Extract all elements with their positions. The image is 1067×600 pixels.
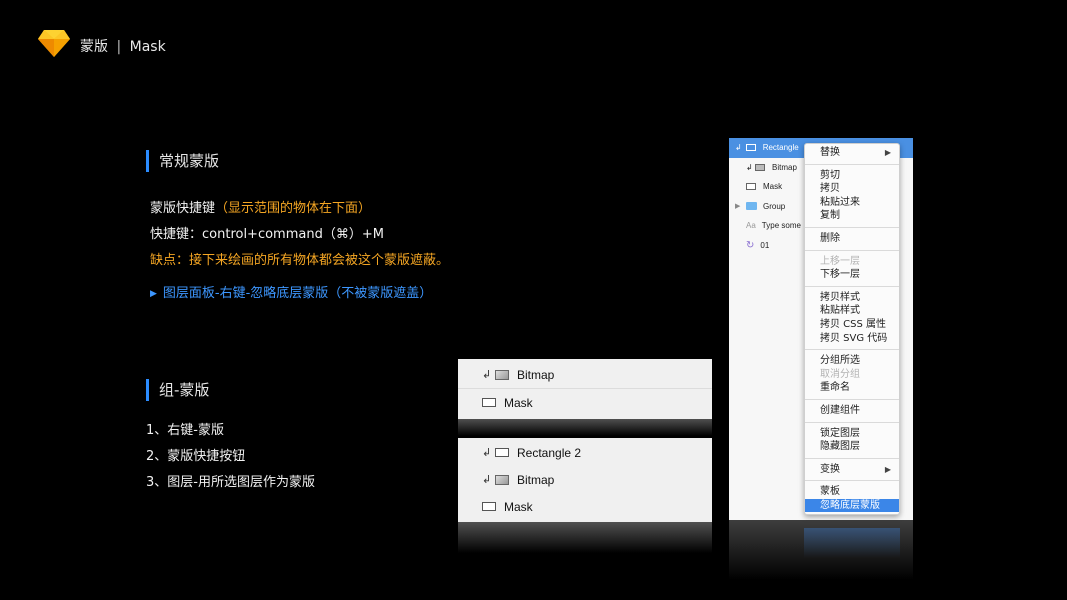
tip-text: 图层面板-右键-忽略底层蒙版（不被蒙版遮盖） [162, 286, 433, 301]
layer-label: Type some [761, 221, 801, 231]
menu-divider [805, 163, 899, 165]
mask-arrow-icon: ↲ [482, 447, 492, 459]
menu-item-copy-style[interactable]: 拷贝样式 [805, 291, 899, 305]
menu-item-transform[interactable]: 变换 ▶ [805, 463, 899, 477]
section-title-group-mask: 组-蒙版 [146, 379, 209, 401]
menu-item-paste-here[interactable]: 粘贴过来 [805, 196, 899, 210]
menu-item-paste-style[interactable]: 粘贴样式 [805, 304, 899, 318]
title-sub: Mask [129, 39, 166, 55]
rectangle-icon [482, 502, 496, 511]
menu-item-move-down[interactable]: 下移一层 [805, 268, 899, 282]
panel-reflection [458, 521, 712, 553]
menu-item-create-symbol[interactable]: 创建组件 [805, 404, 899, 418]
drawback-text: 缺点：接下来绘画的所有物体都会被这个蒙版遮蔽。 [150, 253, 450, 268]
menu-divider [805, 226, 899, 228]
menu-divider [805, 349, 899, 351]
menu-divider [805, 398, 899, 400]
rectangle-icon [746, 183, 756, 191]
panel-reflection [458, 418, 712, 436]
image-icon [495, 369, 509, 380]
symbol-icon: ↻ [746, 239, 755, 251]
menu-divider [805, 457, 899, 459]
layer-row-bitmap[interactable]: ↲ Bitmap [458, 466, 712, 493]
layer-label: 01 [760, 240, 770, 250]
mask-arrow-icon: ↲ [735, 143, 742, 153]
menu-item-copy-css[interactable]: 拷贝 CSS 属性 [805, 318, 899, 332]
rectangle-icon [482, 398, 496, 407]
layer-row-rectangle-2[interactable]: ↲ Rectangle 2 [458, 439, 712, 466]
rectangle-icon [745, 144, 756, 152]
menu-item-group-selection[interactable]: 分组所选 [805, 354, 899, 368]
menu-item-rename[interactable]: 重命名 [805, 381, 899, 395]
menu-item-move-up[interactable]: 上移一层 [805, 255, 899, 269]
layer-label: Rectangle [762, 143, 799, 153]
menu-item-ignore-underlying-mask[interactable]: 忽略底层蒙版 [805, 498, 899, 513]
mask-arrow-icon: ↲ [482, 474, 492, 486]
layer-row-mask[interactable]: Mask [458, 389, 712, 416]
section-title-regular-mask: 常规蒙版 [146, 150, 219, 172]
text-icon: Aa [746, 221, 756, 231]
menu-item-cut[interactable]: 剪切 [805, 169, 899, 183]
menu-divider [805, 480, 899, 482]
list-item: 2、蒙版快捷按钮 [146, 449, 246, 464]
context-menu: 替换 ▶ 剪切 拷贝 粘贴过来 复制 删除 上移一层 下移一层 拷贝样式 粘贴样式… [804, 143, 900, 516]
shortcut-label: 蒙版快捷键 [150, 201, 216, 216]
tip-line: ▶ 图层面板-右键-忽略底层蒙版（不被蒙版遮盖） [150, 282, 432, 301]
menu-item-copy-svg[interactable]: 拷贝 SVG 代码 [805, 332, 899, 346]
menu-item-hide-layer[interactable]: 隐藏图层 [805, 440, 899, 454]
menu-divider [805, 249, 899, 251]
menu-divider [805, 421, 899, 423]
menu-item-lock-layer[interactable]: 锁定图层 [805, 427, 899, 441]
sketch-diamond-icon [38, 30, 70, 57]
layer-row-bitmap[interactable]: ↲ Bitmap [458, 361, 712, 388]
submenu-arrow-icon: ▶ [884, 148, 891, 157]
menu-item-delete[interactable]: 删除 [805, 232, 899, 246]
list-item: 3、图层-用所选图层作为蒙版 [146, 475, 315, 490]
mask-arrow-icon: ↲ [746, 162, 753, 172]
triangle-bullet-icon: ▶ [150, 289, 157, 299]
menu-item-duplicate[interactable]: 复制 [805, 209, 899, 223]
image-icon [495, 474, 509, 485]
menu-item-copy[interactable]: 拷贝 [805, 182, 899, 196]
disclosure-triangle-icon[interactable]: ▶ [735, 202, 740, 210]
layer-label: Mask [504, 499, 533, 514]
layer-label: Mask [763, 182, 783, 192]
submenu-arrow-icon: ▶ [884, 464, 891, 474]
layer-panel-after: ↲ Rectangle 2 ↲ Bitmap Mask [458, 438, 712, 522]
shortcut-note: （显示范围的物体在下面） [215, 201, 372, 216]
title-separator: | [116, 39, 122, 55]
layer-panel-before: ↲ Bitmap Mask [458, 359, 712, 419]
layer-row-mask[interactable]: Mask [458, 493, 712, 520]
layer-label: Rectangle 2 [517, 445, 582, 460]
shortcut-line: 蒙版快捷键（显示范围的物体在下面） [150, 197, 371, 216]
page-title: 蒙版 | Mask [80, 36, 166, 56]
mask-arrow-icon: ↲ [482, 369, 492, 381]
title-main: 蒙版 [80, 39, 108, 55]
menu-reflection [804, 528, 900, 558]
layer-label: Mask [504, 395, 533, 410]
menu-item-ungroup[interactable]: 取消分组 [805, 368, 899, 382]
layer-label: Bitmap [517, 472, 555, 487]
image-icon [755, 163, 765, 171]
list-item: 1、右键-蒙版 [146, 423, 224, 438]
rectangle-icon [495, 448, 509, 457]
menu-divider [805, 285, 899, 287]
shortcut-keys: 快捷键：control+command（⌘）+M [150, 227, 384, 242]
layer-label: Bitmap [517, 367, 555, 382]
menu-item-mask[interactable]: 蒙板 [805, 485, 899, 499]
layer-label: Group [763, 201, 786, 211]
layer-label: Bitmap [772, 162, 797, 172]
folder-icon [746, 202, 757, 211]
menu-item-replace[interactable]: 替换 ▶ [805, 146, 899, 160]
